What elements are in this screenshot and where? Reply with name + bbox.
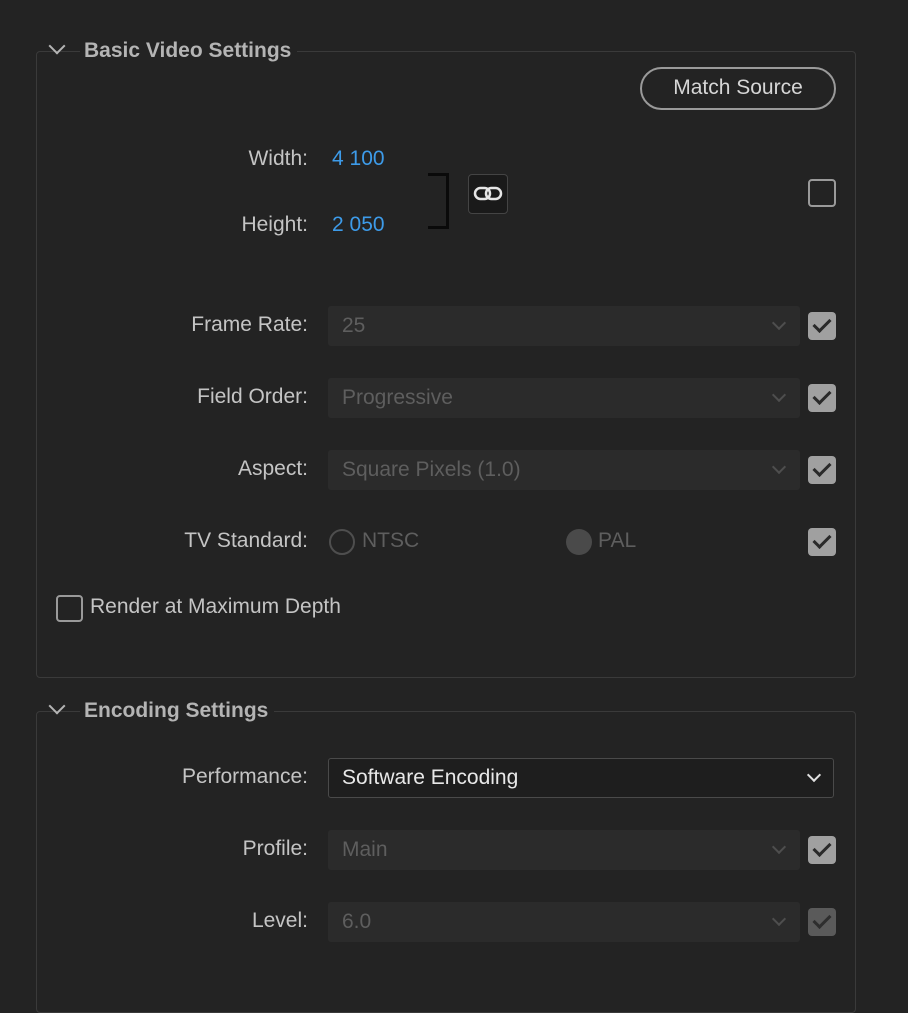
- chevron-down-icon: [771, 387, 787, 403]
- level-dropdown[interactable]: 6.0: [328, 902, 800, 942]
- aspect-dropdown[interactable]: Square Pixels (1.0): [328, 450, 800, 490]
- performance-label: Performance:: [181, 765, 308, 788]
- pal-radio[interactable]: [566, 529, 592, 555]
- aspect-checkbox[interactable]: [808, 456, 836, 484]
- field-order-label: Field Order:: [197, 385, 308, 408]
- aspect-link-bracket: [428, 173, 449, 229]
- frame-rate-label: Frame Rate:: [191, 313, 308, 336]
- tv-standard-checkbox[interactable]: [808, 528, 836, 556]
- frame-rate-dropdown[interactable]: 25: [328, 306, 800, 346]
- chevron-down-icon: [771, 315, 787, 331]
- chevron-down-icon: [771, 911, 787, 927]
- level-label: Level:: [251, 909, 308, 932]
- pal-label: PAL: [598, 529, 637, 552]
- performance-value: Software Encoding: [342, 766, 519, 789]
- profile-dropdown[interactable]: Main: [328, 830, 800, 870]
- performance-dropdown[interactable]: Software Encoding: [328, 758, 834, 798]
- chevron-down-icon: [771, 839, 787, 855]
- ntsc-label: NTSC: [362, 529, 420, 552]
- level-checkbox[interactable]: [808, 908, 836, 936]
- aspect-label: Aspect:: [237, 457, 308, 480]
- chevron-down-icon: [806, 767, 822, 783]
- render-max-depth-checkbox[interactable]: [56, 595, 83, 622]
- aspect-value: Square Pixels (1.0): [342, 458, 521, 481]
- height-value[interactable]: 2 050: [332, 213, 385, 237]
- field-order-value: Progressive: [342, 386, 453, 409]
- ntsc-radio[interactable]: [329, 529, 355, 555]
- basic-video-settings-title[interactable]: Basic Video Settings: [80, 39, 298, 63]
- tv-standard-label: TV Standard:: [184, 529, 308, 552]
- match-source-button[interactable]: Match Source: [640, 67, 836, 110]
- basic-video-settings-group: [36, 51, 856, 678]
- constrain-proportions-button[interactable]: [468, 174, 508, 214]
- profile-checkbox[interactable]: [808, 836, 836, 864]
- frame-rate-checkbox[interactable]: [808, 312, 836, 340]
- chevron-down-icon: [771, 459, 787, 475]
- field-order-checkbox[interactable]: [808, 384, 836, 412]
- field-order-dropdown[interactable]: Progressive: [328, 378, 800, 418]
- level-value: 6.0: [342, 910, 372, 933]
- width-value[interactable]: 4 100: [332, 147, 385, 171]
- width-label: Width:: [248, 147, 308, 170]
- profile-value: Main: [342, 838, 388, 861]
- render-max-depth-label[interactable]: Render at Maximum Depth: [90, 595, 341, 619]
- link-icon: [473, 186, 503, 201]
- height-label: Height:: [241, 213, 308, 236]
- width-height-checkbox[interactable]: [808, 179, 836, 207]
- encoding-settings-title[interactable]: Encoding Settings: [80, 699, 275, 723]
- profile-label: Profile:: [242, 837, 308, 860]
- frame-rate-value: 25: [342, 314, 366, 337]
